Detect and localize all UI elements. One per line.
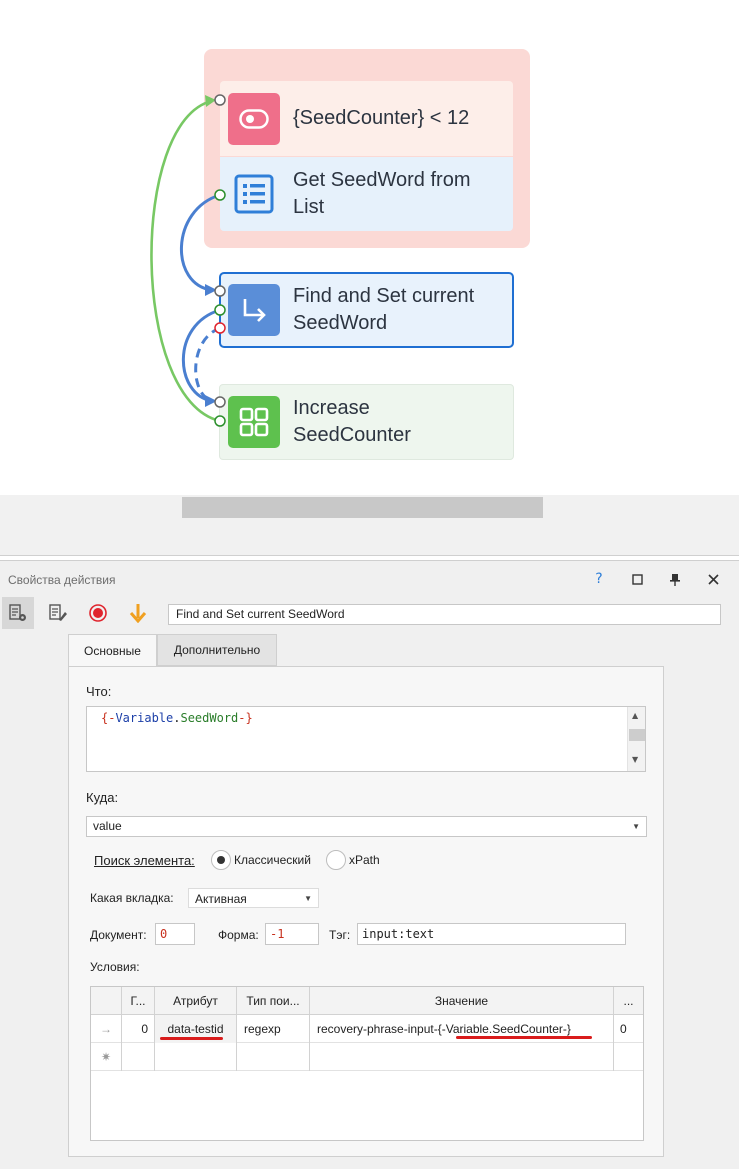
tab-main[interactable]: Основные: [68, 634, 157, 667]
what-label: Что:: [86, 684, 112, 699]
column-header-type[interactable]: Тип пои...: [237, 987, 310, 1015]
maximize-icon[interactable]: [627, 569, 647, 589]
where-value: value: [93, 819, 122, 833]
conditions-table: Г... Атрибут Тип пои... Значение ... → 0…: [90, 986, 644, 1141]
highlight-underline: [160, 1037, 223, 1040]
port-in: [214, 396, 226, 408]
tag-input[interactable]: input:text: [357, 923, 626, 945]
chevron-down-icon: ▼: [632, 822, 640, 831]
pin-icon[interactable]: [665, 569, 685, 589]
which-tab-label: Какая вкладка:: [90, 891, 174, 905]
where-select[interactable]: value ▼: [86, 816, 647, 837]
port-in: [214, 285, 226, 297]
scroll-up-icon[interactable]: ▲: [632, 711, 638, 720]
link-find-to-increase: [181, 308, 221, 403]
which-tab-select[interactable]: Активная ▼: [188, 888, 319, 908]
highlight-underline: [456, 1036, 592, 1039]
panel-title: Свойства действия: [8, 573, 116, 587]
cell-attribute[interactable]: [155, 1043, 237, 1071]
scrollbar-thumb[interactable]: [629, 729, 645, 741]
column-header-marker: [91, 987, 122, 1015]
cell-type[interactable]: regexp: [237, 1015, 310, 1043]
document-input[interactable]: 0: [155, 923, 195, 945]
table-new-row[interactable]: ✷: [91, 1043, 643, 1071]
form-input[interactable]: -1: [265, 923, 319, 945]
link-get-to-find: [180, 193, 221, 292]
conditions-label: Условия:: [90, 960, 140, 974]
cell-g[interactable]: [122, 1043, 155, 1071]
column-header-value[interactable]: Значение: [310, 987, 614, 1015]
cell-type[interactable]: [237, 1043, 310, 1071]
where-label: Куда:: [86, 790, 119, 805]
new-row-icon: ✷: [91, 1043, 122, 1071]
port-error: [214, 322, 226, 334]
cell-value[interactable]: [310, 1043, 614, 1071]
link-find-error-to-increase: [194, 326, 221, 403]
port-in: [214, 94, 226, 106]
close-icon[interactable]: [703, 569, 723, 589]
cell-g[interactable]: 0: [122, 1015, 155, 1043]
search-element-label[interactable]: Поиск элемента:: [94, 853, 195, 868]
which-tab-value: Активная: [195, 892, 247, 906]
help-icon[interactable]: ?: [589, 569, 609, 589]
step-down-icon[interactable]: [122, 597, 154, 629]
record-icon[interactable]: [82, 597, 114, 629]
what-textarea[interactable]: {-Variable.SeedWord-} ▲ ▼: [86, 706, 646, 772]
column-header-attribute[interactable]: Атрибут: [155, 987, 237, 1015]
row-marker: →: [91, 1015, 122, 1043]
panel-gutter: [0, 631, 68, 1169]
cell-more[interactable]: 0: [614, 1015, 643, 1043]
what-value: {-Variable.SeedWord-}: [101, 711, 253, 725]
port-out: [214, 415, 226, 427]
radio-xpath-label[interactable]: xPath: [349, 853, 380, 867]
cell-more[interactable]: [614, 1043, 643, 1071]
column-header-g[interactable]: Г...: [122, 987, 155, 1015]
table-header: Г... Атрибут Тип пои... Значение ...: [91, 987, 643, 1015]
radio-xpath[interactable]: [326, 850, 346, 870]
splitter[interactable]: [0, 518, 739, 556]
radio-classic-label[interactable]: Классический: [234, 853, 311, 867]
connection-links: [150, 94, 226, 427]
tab-additional[interactable]: Дополнительно: [157, 634, 277, 666]
properties-icon[interactable]: [2, 597, 34, 629]
port-out: [214, 189, 226, 201]
scroll-down-icon[interactable]: ▼: [632, 755, 638, 764]
form-label: Форма:: [218, 928, 259, 942]
action-name-input[interactable]: Find and Set current SeedWord: [168, 604, 721, 625]
column-header-more[interactable]: ...: [614, 987, 643, 1015]
panel-header: Свойства действия ?: [0, 560, 739, 596]
port-success: [214, 304, 226, 316]
tag-label: Тэг:: [329, 928, 351, 942]
scrollbar-thumb[interactable]: [182, 497, 543, 518]
chevron-down-icon: ▼: [304, 894, 312, 903]
textarea-scrollbar[interactable]: ▲ ▼: [627, 707, 645, 771]
edit-icon[interactable]: [42, 597, 74, 629]
document-label: Документ:: [90, 928, 147, 942]
radio-classic[interactable]: [211, 850, 231, 870]
